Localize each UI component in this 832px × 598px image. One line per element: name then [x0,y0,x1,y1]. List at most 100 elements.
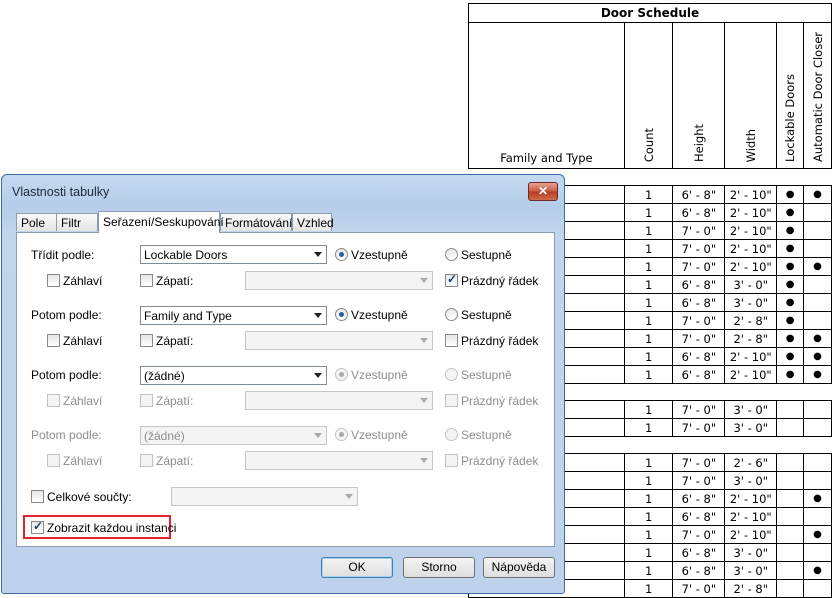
count-cell: 1 [623,203,674,222]
count-cell: 1 [623,418,674,437]
tab-sorting-grouping[interactable]: Seřazení/Seskupování [98,211,224,233]
then-by-2-descending-label: Sestupně [461,368,512,382]
height-cell: 7' - 0" [672,329,726,348]
width-cell: 2' - 10" [724,203,778,222]
then-by-1-footer-checkbox[interactable] [140,334,153,347]
then-by-3-label: Potom podle: [31,428,102,442]
itemize-every-instance-checkbox[interactable] [31,519,44,534]
then-by-1-footer-dropdown[interactable] [245,331,433,350]
then-by-1-ascending-label: Vzestupně [351,308,408,322]
then-by-3-footer-dropdown[interactable] [245,451,433,470]
then-by-1-footer-label: Zápatí: [156,334,194,348]
sort-by-footer-dropdown[interactable] [245,271,433,290]
automatic-door-closer-cell: ● [803,525,832,544]
height-cell: 7' - 0" [672,453,726,472]
height-cell: 6' - 8" [672,489,726,508]
tab-filter[interactable]: Filtr [56,213,98,231]
sort-by-descending-label: Sestupně [461,248,512,262]
height-cell: 7' - 0" [672,418,726,437]
tab-fields[interactable]: Pole [16,213,57,231]
grand-totals-checkbox[interactable] [31,490,44,503]
lockable-doors-cell [776,418,805,437]
chevron-down-icon [314,313,322,318]
width-cell: 2' - 10" [724,221,778,240]
height-cell: 6' - 8" [672,561,726,580]
ok-button[interactable]: OK [321,557,393,578]
grand-totals-dropdown[interactable] [171,487,358,506]
automatic-door-closer-cell [803,579,832,598]
then-by-3-ascending-radio[interactable] [335,428,348,441]
automatic-door-closer-cell [803,311,832,330]
lockable-doors-cell: ● [776,239,805,258]
chevron-down-icon [314,252,322,257]
height-cell: 6' - 8" [672,347,726,366]
width-cell: 2' - 8" [724,579,778,598]
lockable-doors-cell: ● [776,221,805,240]
then-by-2-label: Potom podle: [31,368,102,382]
then-by-3-descending-label: Sestupně [461,428,512,442]
tab-formatting[interactable]: Formátování [220,213,292,231]
cancel-button[interactable]: Storno [403,557,475,578]
help-button[interactable]: Nápověda [483,557,555,578]
then-by-3-blank-line-label: Prázdný řádek [461,454,539,468]
then-by-2-header-label: Záhlaví [63,394,103,408]
sort-by-header-checkbox[interactable] [47,274,60,287]
sort-by-dropdown[interactable]: Lockable Doors [140,245,327,264]
then-by-3-dropdown[interactable]: (žádné) [140,426,327,445]
then-by-2-dropdown[interactable]: (žádné) [140,366,327,385]
lockable-doors-cell [776,507,805,526]
sort-by-descending-radio[interactable] [445,248,458,261]
width-cell: 3' - 0" [724,418,778,437]
lockable-doors-cell: ● [776,185,805,204]
height-cell: 6' - 8" [672,185,726,204]
count-cell: 1 [623,543,674,562]
tab-appearance[interactable]: Vzhled [292,213,334,231]
then-by-2-ascending-radio[interactable] [335,368,348,381]
height-cell: 7' - 0" [672,525,726,544]
height-cell: 6' - 8" [672,365,726,384]
width-cell: 3' - 0" [724,293,778,312]
automatic-door-closer-cell [803,507,832,526]
then-by-2-descending-radio[interactable] [445,368,458,381]
lockable-doors-cell [776,471,805,490]
then-by-3-blank-line-checkbox[interactable] [445,454,458,467]
count-cell: 1 [623,185,674,204]
then-by-1-header-checkbox[interactable] [47,334,60,347]
lockable-doors-cell: ● [776,275,805,294]
count-cell: 1 [623,471,674,490]
sort-by-label: Třídit podle: [31,248,95,262]
lockable-doors-cell: ● [776,311,805,330]
then-by-3-descending-radio[interactable] [445,428,458,441]
then-by-1-ascending-radio[interactable] [335,308,348,321]
automatic-door-closer-cell [803,471,832,490]
count-cell: 1 [623,293,674,312]
width-cell: 2' - 10" [724,239,778,258]
automatic-door-closer-cell [803,453,832,472]
then-by-2-header-checkbox[interactable] [47,394,60,407]
then-by-2-blank-line-checkbox[interactable] [445,394,458,407]
close-button[interactable]: ✕ [528,182,558,201]
width-cell: 3' - 0" [724,543,778,562]
lockable-doors-cell: ● [776,257,805,276]
sort-by-blank-line-checkbox[interactable] [445,272,458,287]
then-by-1-descending-radio[interactable] [445,308,458,321]
sort-by-blank-line-label: Prázdný řádek [461,274,539,288]
schedule-title: Door Schedule [468,3,832,23]
then-by-3-header-checkbox[interactable] [47,454,60,467]
then-by-2-footer-dropdown[interactable] [245,391,433,410]
then-by-1-dropdown[interactable]: Family and Type [140,306,327,325]
then-by-2-footer-label: Zápatí: [156,394,194,408]
lockable-doors-cell [776,400,805,419]
width-cell: 2' - 10" [724,185,778,204]
sort-by-ascending-radio[interactable] [335,248,348,261]
then-by-2-footer-checkbox[interactable] [140,394,153,407]
width-cell: 2' - 6" [724,453,778,472]
sort-by-footer-checkbox[interactable] [140,274,153,287]
then-by-3-footer-checkbox[interactable] [140,454,153,467]
itemize-every-instance-label: Zobrazit každou instanci [47,521,177,535]
lockable-doors-cell [776,525,805,544]
then-by-1-blank-line-checkbox[interactable] [445,334,458,347]
height-cell: 6' - 8" [672,203,726,222]
automatic-door-closer-cell: ● [803,257,832,276]
height-cell: 6' - 8" [672,543,726,562]
